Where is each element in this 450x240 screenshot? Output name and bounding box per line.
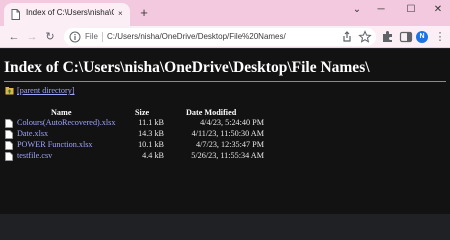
- back-icon[interactable]: ←: [6, 29, 22, 45]
- address-bar[interactable]: File C:/Users/nisha/OneDrive/Desktop/Fil…: [64, 28, 376, 46]
- file-date: 4/4/23, 5:24:40 PM: [200, 118, 264, 127]
- puzzle-icon[interactable]: [380, 29, 396, 45]
- omnibox-divider: [102, 32, 103, 42]
- window-close-icon[interactable]: ✕: [431, 2, 445, 18]
- side-panel-icon[interactable]: [398, 29, 414, 45]
- url-text[interactable]: C:/Users/nisha/OneDrive/Desktop/File%20N…: [107, 32, 286, 41]
- reload-icon[interactable]: ↻: [42, 29, 58, 45]
- maximize-icon[interactable]: ☐: [404, 2, 418, 18]
- file-date: 4/11/23, 11:50:30 AM: [191, 129, 264, 138]
- tab-title: Index of C:\Users\nisha\OneDrive: [26, 8, 114, 17]
- tab-strip: Index of C:\Users\nisha\OneDrive × + ⌄ ─…: [0, 0, 450, 26]
- file-row: POWER Function.xlsx 10.1 kB 4/7/23, 12:3…: [0, 140, 450, 150]
- profile-avatar[interactable]: N: [416, 31, 428, 43]
- column-header-size[interactable]: Size: [135, 108, 149, 117]
- file-icon: [5, 130, 13, 139]
- file-icon: [5, 152, 13, 161]
- file-row: testfile.csv 4.4 kB 5/26/23, 11:55:34 AM: [0, 151, 450, 161]
- column-header-date[interactable]: Date Modified: [186, 108, 236, 117]
- file-size: 14.3 kB: [138, 129, 164, 138]
- heading-divider: [4, 81, 446, 82]
- file-date: 5/26/23, 11:55:34 AM: [191, 151, 264, 160]
- page-content: Index of C:\Users\nisha\OneDrive\Desktop…: [0, 49, 450, 214]
- file-size: 10.1 kB: [138, 140, 164, 149]
- file-link[interactable]: testfile.csv: [17, 151, 52, 160]
- share-icon[interactable]: [340, 30, 354, 44]
- column-header-name[interactable]: Name: [51, 108, 71, 117]
- file-row: Date.xlsx 14.3 kB 4/11/23, 11:50:30 AM: [0, 129, 450, 139]
- new-tab-button[interactable]: +: [136, 5, 152, 21]
- file-size: 4.4 kB: [142, 151, 164, 160]
- file-icon: [5, 141, 13, 150]
- minimize-icon[interactable]: ─: [374, 2, 388, 18]
- browser-toolbar: ← → ↻ File C:/Users/nisha/OneDrive/Deskt…: [0, 26, 450, 48]
- page-icon: [11, 9, 20, 20]
- page-title: Index of C:\Users\nisha\OneDrive\Desktop…: [4, 59, 370, 76]
- file-link[interactable]: Date.xlsx: [17, 129, 48, 138]
- file-link[interactable]: Colours(AutoRecovered).xlsx: [17, 118, 115, 127]
- browser-tab[interactable]: Index of C:\Users\nisha\OneDrive ×: [4, 3, 130, 26]
- forward-icon[interactable]: →: [24, 29, 40, 45]
- folder-up-icon: [5, 87, 14, 95]
- file-icon: [5, 119, 13, 128]
- file-size: 11.1 kB: [138, 118, 164, 127]
- file-link[interactable]: POWER Function.xlsx: [17, 140, 93, 149]
- parent-directory-link[interactable]: [parent directory]: [17, 86, 75, 95]
- tab-close-icon[interactable]: ×: [118, 8, 123, 20]
- info-icon[interactable]: [69, 31, 81, 43]
- file-date: 4/7/23, 12:35:47 PM: [195, 140, 264, 149]
- menu-icon[interactable]: ⋮: [432, 29, 448, 45]
- star-icon[interactable]: [358, 30, 372, 44]
- tab-search-icon[interactable]: ⌄: [350, 2, 364, 18]
- file-row: Colours(AutoRecovered).xlsx 11.1 kB 4/4/…: [0, 118, 450, 128]
- scheme-label: File: [85, 32, 98, 41]
